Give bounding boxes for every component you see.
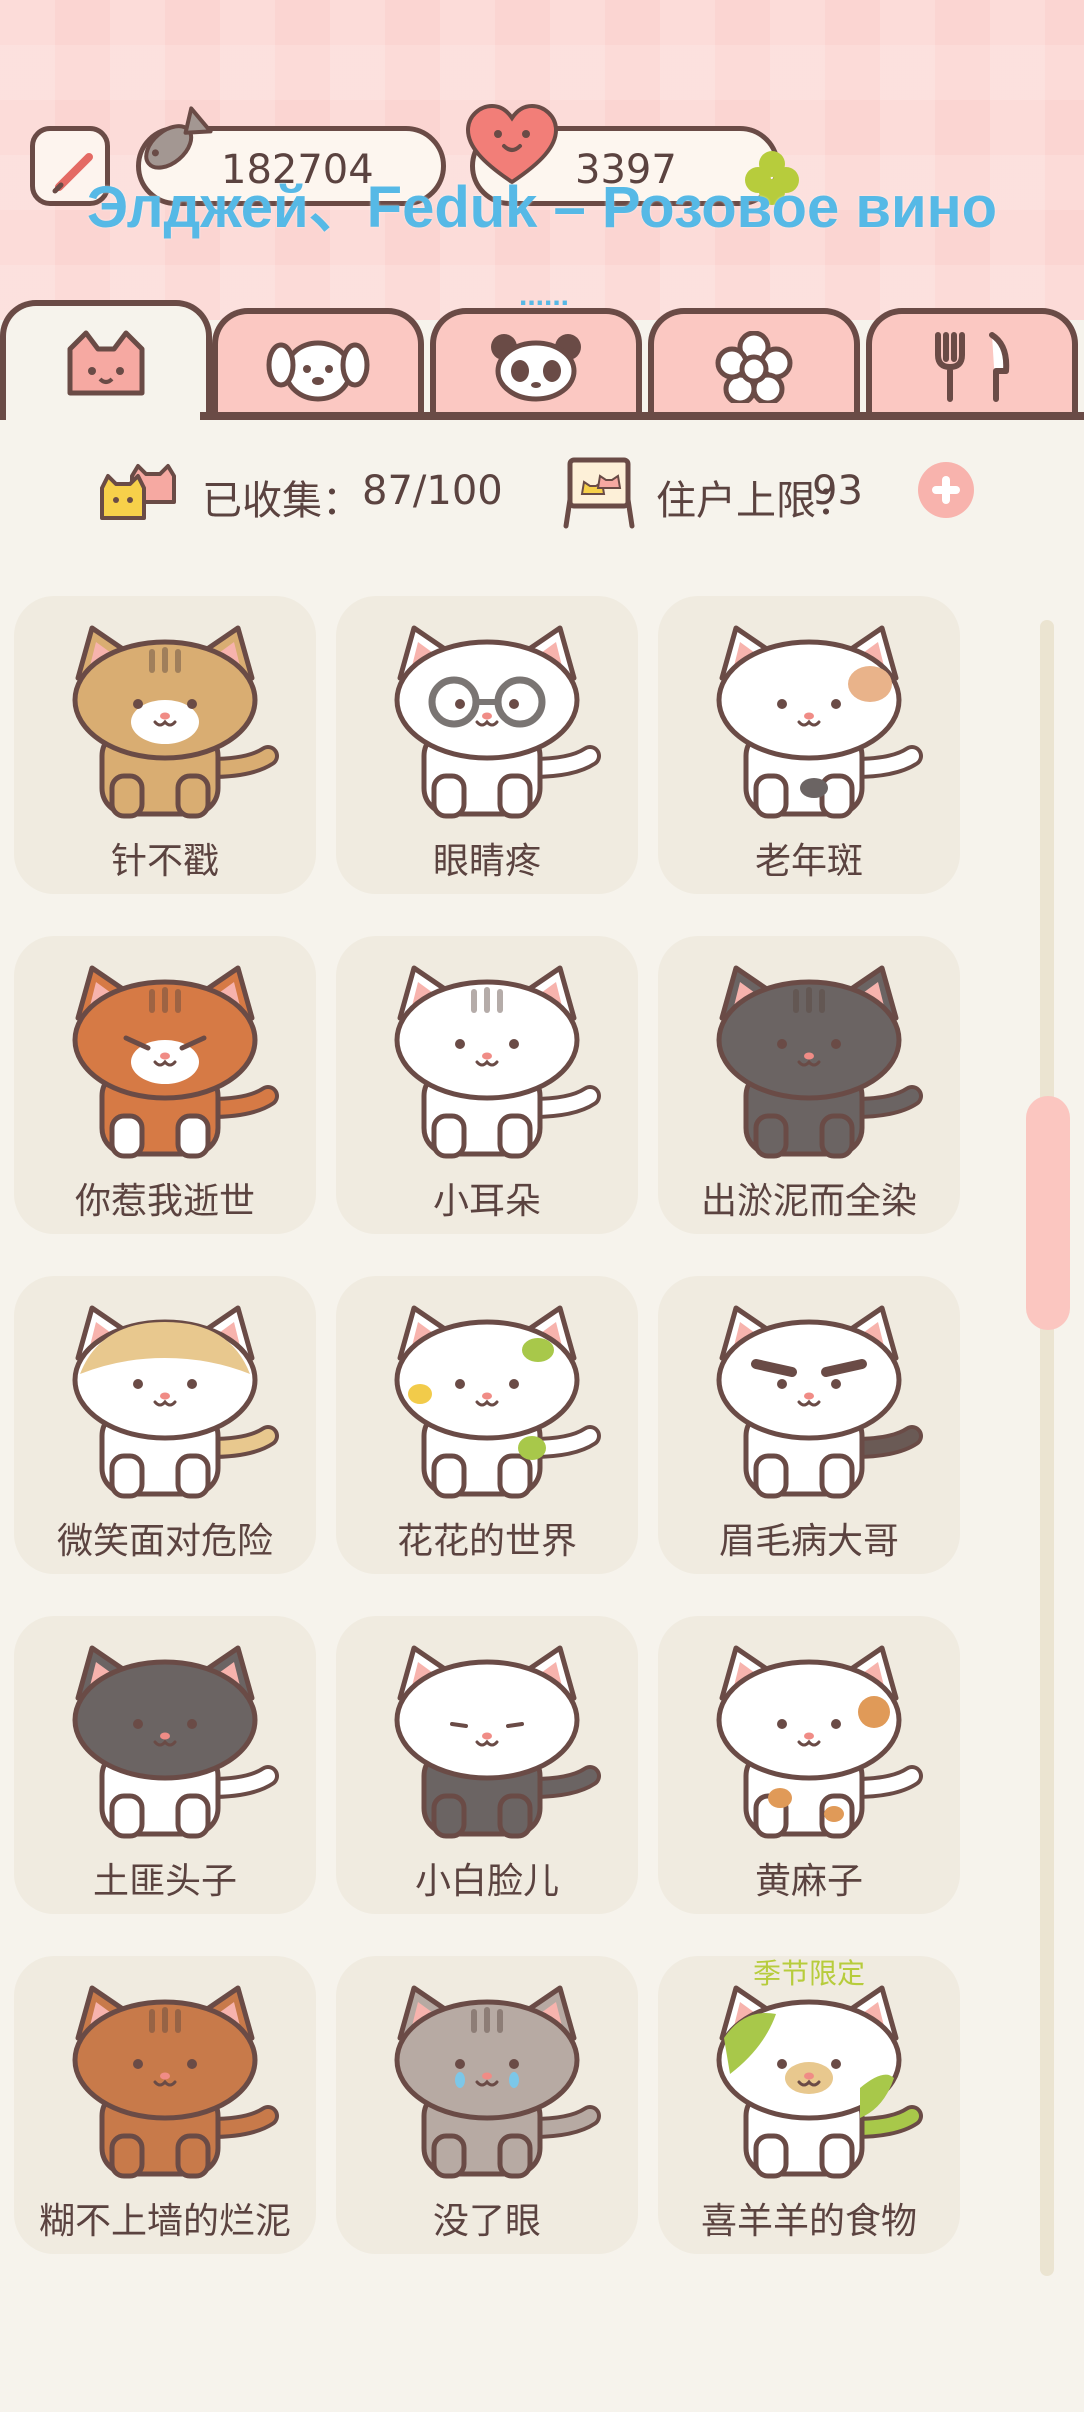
utensils-tab-icon [935, 332, 1010, 402]
cat-illustration [394, 1305, 601, 1499]
cat-name: 喜羊羊的食物 [700, 2201, 917, 2242]
increase-capacity-button[interactable] [918, 462, 974, 518]
cat-card[interactable]: 黄麻子 [658, 1616, 960, 1914]
capacity-value: 93 [812, 468, 863, 514]
tab-flowers[interactable] [648, 308, 860, 420]
tab-pandas[interactable] [430, 308, 642, 420]
category-tabs [0, 300, 1084, 420]
cat-name: 你惹我逝世 [74, 1181, 255, 1222]
tab-cats[interactable] [0, 300, 212, 420]
tab-food[interactable] [866, 308, 1078, 420]
cat-illustration [72, 965, 279, 1159]
cat-name: 针不戳 [110, 841, 219, 882]
cat-name: 小耳朵 [432, 1181, 541, 1222]
cat-illustration [72, 1645, 279, 1839]
cats-collected-icon [100, 464, 176, 520]
cat-name: 黄麻子 [754, 1861, 863, 1902]
cat-card[interactable]: 小耳朵 [336, 936, 638, 1234]
cat-illustration [716, 1985, 923, 2179]
cat-illustration [72, 1985, 279, 2179]
cat-name: 微笑面对危险 [56, 1521, 273, 1562]
cat-name: 没了眼 [432, 2201, 541, 2242]
cat-name: 眉毛病大哥 [718, 1521, 899, 1562]
cat-illustration [394, 1985, 601, 2179]
cat-card[interactable]: 眼睛疼 [336, 596, 638, 894]
cat-card[interactable]: 糊不上墙的烂泥 [14, 1956, 316, 2254]
cat-illustration [72, 1305, 279, 1499]
cat-tab-icon [67, 330, 145, 396]
cat-card[interactable]: 出淤泥而全染 [658, 936, 960, 1234]
cat-illustration [716, 965, 923, 1159]
cat-card[interactable]: 小白脸儿 [336, 1616, 638, 1914]
cat-illustration [72, 625, 279, 819]
cat-illustration [394, 1645, 601, 1839]
residence-sign-icon [563, 457, 635, 529]
cat-name: 老年斑 [754, 841, 863, 882]
collection-stats: 已收集： 87/100 住户上限： 93 [0, 450, 1084, 530]
cat-name: 出淤泥而全染 [700, 1181, 917, 1222]
cat-card[interactable]: 眉毛病大哥 [658, 1276, 960, 1574]
cat-illustration [716, 1305, 923, 1499]
seasonal-limited-tag: 季节限定 [752, 1957, 865, 1990]
cat-name: 小白脸儿 [414, 1861, 559, 1902]
cat-name: 糊不上墙的烂泥 [38, 2201, 291, 2242]
cat-illustration [394, 625, 601, 819]
cat-illustration [716, 1645, 923, 1839]
cat-card[interactable]: 针不戳 [14, 596, 316, 894]
dog-tab-icon [266, 340, 370, 402]
cat-card[interactable]: 没了眼 [336, 1956, 638, 2254]
scrollbar-thumb[interactable] [1026, 1096, 1070, 1330]
cat-name: 眼睛疼 [432, 841, 541, 882]
cat-illustration [716, 625, 923, 819]
panda-tab-icon [491, 334, 581, 402]
cat-card[interactable]: 微笑面对危险 [14, 1276, 316, 1574]
tab-underline [200, 412, 1084, 420]
music-lyric-overlay: Элджей、Feduk – Розовое вино [86, 175, 998, 240]
cat-card[interactable]: 季节限定喜羊羊的食物 [658, 1956, 960, 2254]
collected-value: 87/100 [362, 468, 503, 514]
cat-card[interactable]: 老年斑 [658, 596, 960, 894]
collected-label: 已收集： [202, 478, 362, 524]
cat-name: 土匪头子 [92, 1861, 237, 1902]
top-bar: 182704 3397 Элджей、Feduk – Розовое вино … [0, 0, 1084, 320]
cat-card[interactable]: 你惹我逝世 [14, 936, 316, 1234]
cat-illustration [394, 965, 601, 1159]
flower-tab-icon [715, 331, 793, 403]
scrollbar-track[interactable] [1040, 620, 1054, 2276]
cat-card[interactable]: 土匪头子 [14, 1616, 316, 1914]
cat-name: 花花的世界 [396, 1521, 577, 1562]
cat-card[interactable]: 花花的世界 [336, 1276, 638, 1574]
tab-dogs[interactable] [212, 308, 424, 420]
